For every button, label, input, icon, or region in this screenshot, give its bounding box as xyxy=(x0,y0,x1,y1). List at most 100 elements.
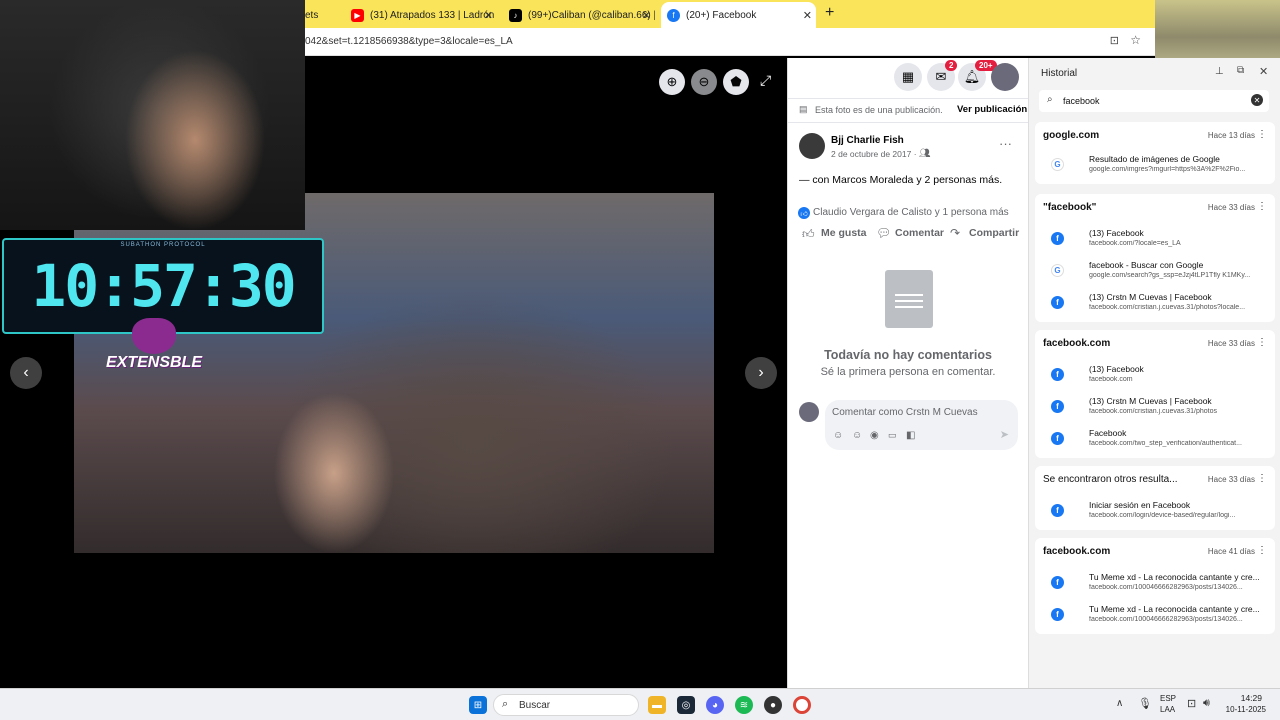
webcam-feed xyxy=(0,0,305,230)
share-icon[interactable]: ↷ xyxy=(950,226,960,240)
like-button[interactable]: Me gusta xyxy=(821,227,867,239)
more-options-icon[interactable]: ⋮ xyxy=(1257,545,1267,556)
tag-icon[interactable]: ⬟ xyxy=(723,69,749,95)
language-layout[interactable]: LAA xyxy=(1160,705,1175,714)
comment-icon[interactable]: 💬︎ xyxy=(876,226,891,240)
url-text[interactable]: 042&set=t.1218566938&type=3&locale=es_LA xyxy=(305,36,513,47)
history-item-title: Facebook xyxy=(1089,428,1127,438)
author-avatar[interactable] xyxy=(799,133,825,159)
chrome-icon[interactable] xyxy=(793,696,811,714)
clock-time[interactable]: 14:29 xyxy=(1222,693,1262,703)
more-options-icon[interactable]: ⋮ xyxy=(1257,129,1267,140)
pin-panel-icon[interactable]: ⊥ xyxy=(1215,66,1224,77)
volume-icon[interactable]: 🔊︎ xyxy=(1203,697,1210,710)
sticker-icon[interactable]: ◧ xyxy=(906,430,915,441)
tab-facebook[interactable]: f (20+) Facebook ✕ xyxy=(661,2,816,28)
tagged-person[interactable]: Marcos Moraleda xyxy=(832,174,913,186)
network-icon[interactable]: ⊡ xyxy=(1187,697,1196,710)
history-item[interactable]: f Iniciar sesión en Facebook facebook.co… xyxy=(1043,496,1267,528)
facebook-side-panel: ▦ ✉ 2 🔔︎ 20+ ▤ Esta foto es de una publi… xyxy=(787,58,1028,688)
tagged-line: — con Marcos Moraleda y 2 personas más. xyxy=(799,174,1002,186)
history-item-title: (13) Crstn M Cuevas | Facebook xyxy=(1089,292,1212,302)
history-search-value[interactable]: facebook xyxy=(1063,96,1100,106)
close-icon[interactable]: ✕ xyxy=(642,9,651,22)
zoom-in-icon[interactable]: ⊕ xyxy=(659,69,685,95)
bookmark-star-icon[interactable]: ☆ xyxy=(1130,33,1141,47)
google-icon: G xyxy=(1051,264,1064,277)
history-item[interactable]: f (13) Facebook facebook.com/?locale=es_… xyxy=(1043,224,1267,256)
history-item[interactable]: f (13) Crstn M Cuevas | Facebook faceboo… xyxy=(1043,392,1267,424)
history-group: google.com Hace 13 días ⋮ G Resultado de… xyxy=(1035,122,1275,184)
language-code[interactable]: ESP xyxy=(1160,694,1176,703)
clock-date[interactable]: 10-11-2025 xyxy=(1216,705,1266,714)
install-app-icon[interactable]: ⊡ xyxy=(1110,34,1119,47)
more-options-icon[interactable]: ··· xyxy=(999,136,1012,151)
history-item-title: Iniciar sesión en Facebook xyxy=(1089,500,1191,510)
address-bar[interactable]: 042&set=t.1218566938&type=3&locale=es_LA… xyxy=(305,28,1155,56)
comment-placeholder[interactable]: Comentar como Crstn M Cuevas xyxy=(832,407,978,418)
avatar[interactable] xyxy=(991,63,1019,91)
history-item[interactable]: f Tu Meme xd - La reconocida cantante y … xyxy=(1043,568,1267,600)
fullscreen-icon[interactable]: ⤢ xyxy=(760,72,771,89)
previous-arrow-icon[interactable]: ‹ xyxy=(10,357,42,389)
tab-bar: ets ▶ (31) Atrapados 133 | Ladrón de ✕ ♪… xyxy=(305,0,1155,28)
history-item[interactable]: G facebook - Buscar con Google google.co… xyxy=(1043,256,1267,288)
history-search-input[interactable]: ⌕ facebook ✕ xyxy=(1039,90,1269,112)
more-options-icon[interactable]: ⋮ xyxy=(1257,201,1267,212)
author-name[interactable]: Bjj Charlie Fish xyxy=(831,135,904,146)
post-date[interactable]: 2 de octubre de 2017 · xyxy=(831,149,917,159)
timer-label: SUBATHON PROTOCOL xyxy=(120,242,206,248)
file-explorer-icon[interactable]: ▬ xyxy=(648,696,666,714)
windows-start-icon[interactable]: ⊞ xyxy=(469,696,487,714)
history-item[interactable]: f (13) Facebook facebook.com xyxy=(1043,360,1267,392)
tab-partial[interactable]: ets xyxy=(305,4,343,26)
history-item-url: facebook.com/login/device-based/regular/… xyxy=(1089,512,1236,519)
gif-icon[interactable]: ▭ xyxy=(888,430,897,441)
close-icon[interactable]: ✕ xyxy=(484,9,493,22)
history-item[interactable]: G Resultado de imágenes de Google google… xyxy=(1043,150,1267,182)
comment-input[interactable]: Comentar como Crstn M Cuevas ☺ ☺ ◉ ▭ ◧ ➤ xyxy=(825,400,1018,450)
view-publication-link[interactable]: Ver publicación xyxy=(957,104,1027,115)
next-arrow-icon[interactable]: › xyxy=(745,357,777,389)
history-group-date: Hace 33 días xyxy=(1207,339,1255,348)
zoom-out-icon[interactable]: ⊖ xyxy=(691,69,717,95)
clear-search-icon[interactable]: ✕ xyxy=(1251,94,1263,106)
tagged-others[interactable]: 2 personas más. xyxy=(925,174,1003,186)
tab-tiktok[interactable]: ♪ (99+)Caliban (@caliban.66) | Ti ✕ xyxy=(505,4,655,26)
taskbar-search-label[interactable]: Buscar xyxy=(519,700,550,711)
avatar-sticker-icon[interactable]: ☺ xyxy=(833,430,843,441)
comment-button[interactable]: Comentar xyxy=(895,227,944,239)
close-panel-icon[interactable]: ✕ xyxy=(1259,65,1268,78)
spotify-icon[interactable]: ≋ xyxy=(735,696,753,714)
history-item[interactable]: f Tu Meme xd - La reconocida cantante y … xyxy=(1043,600,1267,632)
like-icon[interactable]: 👍︎ xyxy=(802,227,815,242)
commenter-avatar[interactable] xyxy=(799,402,819,422)
taskbar-search[interactable]: ⌕ Buscar xyxy=(493,694,639,716)
timer-value: 10:57:30 xyxy=(31,252,296,320)
history-item[interactable]: f (13) Crstn M Cuevas | Facebook faceboo… xyxy=(1043,288,1267,320)
steam-icon[interactable]: ◎ xyxy=(677,696,695,714)
more-options-icon[interactable]: ⋮ xyxy=(1257,337,1267,348)
history-item-title: (13) Facebook xyxy=(1089,364,1144,374)
emoji-icon[interactable]: ☺ xyxy=(852,430,862,441)
chevron-up-icon[interactable]: ∧ xyxy=(1116,698,1123,709)
audience-icon: 👥︎ xyxy=(919,148,931,158)
menu-grid-icon[interactable]: ▦ xyxy=(894,63,922,91)
reactions-summary[interactable]: Claudio Vergara de Calisto y 1 persona m… xyxy=(813,207,1009,218)
new-tab-button[interactable]: + xyxy=(825,4,834,22)
open-in-new-icon[interactable]: ⧉ xyxy=(1237,65,1244,76)
obs-icon[interactable]: ● xyxy=(764,696,782,714)
discord-icon[interactable]: ◕ xyxy=(706,696,724,714)
send-icon[interactable]: ➤ xyxy=(1000,428,1009,441)
close-icon[interactable]: ✕ xyxy=(803,9,812,22)
history-item[interactable]: f Facebook facebook.com/two_step_verific… xyxy=(1043,424,1267,456)
tab-youtube[interactable]: ▶ (31) Atrapados 133 | Ladrón de ✕ xyxy=(347,4,497,26)
history-group-title: "facebook" xyxy=(1043,202,1097,213)
facebook-icon: f xyxy=(1051,232,1064,245)
share-button[interactable]: Compartir xyxy=(969,227,1019,239)
camera-icon[interactable]: ◉ xyxy=(870,430,879,441)
microphone-icon[interactable]: 🎙︎ xyxy=(1138,697,1152,710)
no-comments-subtitle: Sé la primera persona en comentar. xyxy=(820,366,996,378)
google-icon: G xyxy=(1051,158,1064,171)
more-options-icon[interactable]: ⋮ xyxy=(1257,473,1267,484)
